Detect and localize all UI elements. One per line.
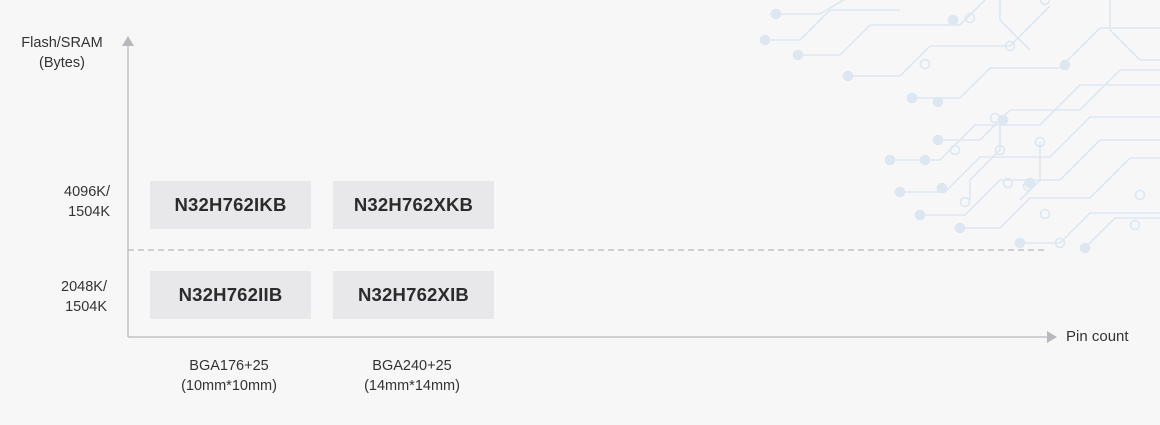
x-tick-label-bga240: BGA240+25 (14mm*14mm) (364, 358, 460, 394)
y-axis-arrow (122, 36, 134, 46)
part-box-n32h762xkb: N32H762XKB (333, 181, 494, 229)
part-box-n32h762ikb: N32H762IKB (150, 181, 311, 229)
part-box-n32h762xib: N32H762XIB (333, 271, 494, 319)
y-axis-title: Flash/SRAM (Bytes) (21, 35, 103, 71)
x-axis-arrow (1047, 331, 1057, 343)
x-tick-label-bga176: BGA176+25 (10mm*10mm) (181, 358, 277, 394)
y-tick-label-4096k: 4096K/ 1504K (64, 184, 110, 220)
part-box-n32h762iib: N32H762IIB (150, 271, 311, 319)
y-tick-label-2048k: 2048K/ 1504K (61, 279, 107, 315)
x-axis-title: Pin count (1066, 328, 1129, 345)
